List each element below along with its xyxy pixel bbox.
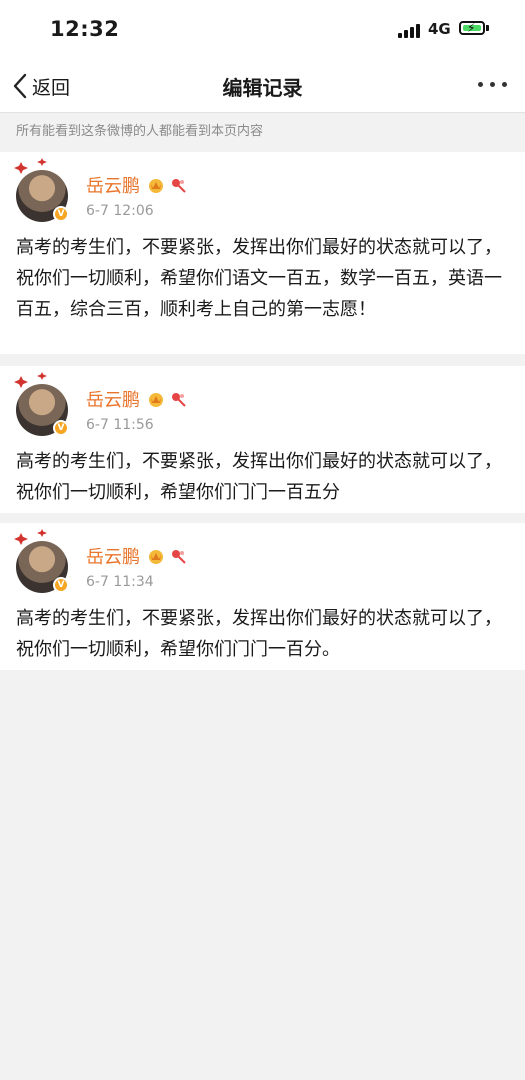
name-icons — [147, 547, 187, 565]
name-icons — [147, 390, 187, 408]
verified-badge-icon: V — [53, 420, 69, 436]
more-icon[interactable] — [478, 82, 510, 90]
edit-record-card: V 岳云鹏 6-7 12:06 高考的考生们，不要紧张，发挥出你们最好的状态就可… — [0, 152, 525, 354]
author-name[interactable]: 岳云鹏 — [86, 172, 140, 198]
post-timestamp: 6-7 12:06 — [86, 203, 154, 219]
name-icons — [147, 176, 187, 194]
network-label: 4G — [428, 20, 451, 38]
post-timestamp: 6-7 11:56 — [86, 417, 154, 433]
flower-decoration-icon — [14, 158, 47, 174]
status-bar: 12:32 4G ⚡ — [0, 0, 525, 60]
flower-icon — [172, 179, 186, 193]
battery-cap — [486, 25, 489, 31]
post-content: 高考的考生们，不要紧张，发挥出你们最好的状态就可以了，祝你们一切顺利，希望你们语… — [16, 237, 502, 320]
flower-decoration-icon — [14, 529, 47, 545]
nav-bar: 返回 编辑记录 — [0, 60, 525, 113]
crown-icon — [149, 179, 163, 193]
crown-icon — [149, 550, 163, 564]
verified-badge-icon: V — [53, 206, 69, 222]
post-content: 高考的考生们，不要紧张，发挥出你们最好的状态就可以了，祝你们一切顺利，希望你们门… — [16, 451, 502, 503]
flower-icon — [172, 550, 186, 564]
edit-record-card: V 岳云鹏 6-7 11:56 高考的考生们，不要紧张，发挥出你们最好的状态就可… — [0, 366, 525, 513]
post-content: 高考的考生们，不要紧张，发挥出你们最好的状态就可以了，祝你们一切顺利，希望你们门… — [16, 608, 502, 660]
visibility-notice: 所有能看到这条微博的人都能看到本页内容 — [16, 124, 264, 139]
verified-badge-icon: V — [53, 577, 69, 593]
edit-record-card: V 岳云鹏 6-7 11:34 高考的考生们，不要紧张，发挥出你们最好的状态就可… — [0, 523, 525, 670]
page-title: 编辑记录 — [222, 76, 303, 100]
author-name[interactable]: 岳云鹏 — [86, 386, 140, 412]
author-name[interactable]: 岳云鹏 — [86, 543, 140, 569]
crown-icon — [149, 393, 163, 407]
post-timestamp: 6-7 11:34 — [86, 574, 154, 590]
battery-icon: ⚡ — [459, 21, 485, 35]
signal-icon — [398, 22, 422, 38]
flower-icon — [172, 393, 186, 407]
flower-decoration-icon — [14, 372, 47, 388]
status-time: 12:32 — [50, 17, 120, 41]
